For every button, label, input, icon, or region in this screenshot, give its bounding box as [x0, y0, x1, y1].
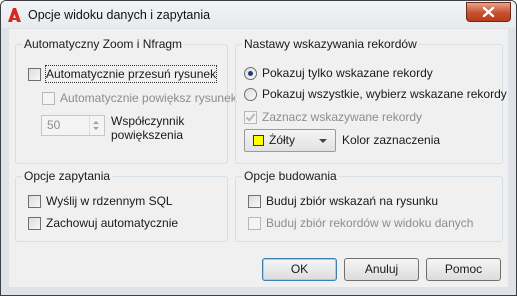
- zoom-factor-value: 50: [47, 118, 61, 132]
- auto-zoom-label: Automatycznie powiększ rysunek: [60, 91, 237, 105]
- help-button[interactable]: Pomoc: [426, 258, 501, 281]
- selection-color-label: Kolor zaznaczenia: [342, 133, 441, 147]
- zoom-group: Automatyczny Zoom i Nfragm Automatycznie…: [15, 37, 237, 164]
- title-bar[interactable]: Opcje widoku danych i zapytania: [1, 1, 516, 28]
- build-on-drawing-checkbox[interactable]: [248, 195, 261, 208]
- build-options-group: Opcje budowania Buduj zbiór wskazań na r…: [235, 169, 503, 242]
- mark-selected-label: Zaznacz wskazywane rekordy: [262, 110, 423, 124]
- selection-color-dropdown[interactable]: Żółty: [244, 129, 336, 152]
- query-group-title: Opcje zapytania: [22, 169, 113, 183]
- autocad-app-icon: [8, 8, 21, 22]
- chevron-down-icon: [319, 139, 327, 143]
- record-group-title: Nastawy wskazywania rekordów: [242, 37, 419, 51]
- dialog-window: Opcje widoku danych i zapytania Automaty…: [0, 0, 517, 296]
- record-indication-group: Nastawy wskazywania rekordów Pokazuj tyl…: [235, 37, 507, 164]
- close-button[interactable]: [466, 2, 511, 22]
- show-only-selected-option[interactable]: Pokazuj tylko wskazane rekordy: [244, 65, 484, 81]
- build-in-view-option[interactable]: Buduj zbiór rekordów w widoku danych: [248, 215, 488, 231]
- build-in-view-checkbox[interactable]: [248, 217, 261, 230]
- auto-pan-label: Automatycznie przesuń rysunek: [44, 65, 218, 83]
- mark-selected-checkbox[interactable]: [244, 111, 257, 124]
- auto-pan-option[interactable]: Automatycznie przesuń rysunek: [28, 65, 218, 83]
- mark-selected-option[interactable]: Zaznacz wskazywane rekordy: [244, 109, 444, 125]
- auto-store-checkbox[interactable]: [28, 217, 41, 230]
- window-title: Opcje widoku danych i zapytania: [28, 8, 211, 22]
- auto-zoom-checkbox[interactable]: [42, 92, 55, 105]
- zoom-factor-label-line2: powiększenia: [111, 128, 184, 142]
- ok-button[interactable]: OK: [262, 258, 337, 281]
- show-all-label: Pokazuj wszystkie, wybierz wskazane reko…: [262, 87, 507, 101]
- close-icon: [482, 6, 495, 18]
- build-on-drawing-label: Buduj zbiór wskazań na rysunku: [266, 194, 439, 208]
- dialog-client-area: Automatyczny Zoom i Nfragm Automatycznie…: [9, 29, 508, 287]
- zoom-factor-spin-buttons[interactable]: [89, 116, 104, 135]
- zoom-group-title: Automatyczny Zoom i Nfragm: [22, 37, 185, 51]
- zoom-factor-spinner[interactable]: 50: [41, 115, 105, 136]
- show-all-radio[interactable]: [244, 88, 257, 101]
- native-sql-label: Wyślij w rdzennym SQL: [46, 194, 173, 208]
- auto-store-option[interactable]: Zachowuj automatycznie: [28, 215, 188, 231]
- auto-pan-checkbox[interactable]: [28, 68, 41, 81]
- show-all-option[interactable]: Pokazuj wszystkie, wybierz wskazane reko…: [244, 86, 507, 102]
- build-in-view-label: Buduj zbiór rekordów w widoku danych: [266, 216, 474, 230]
- auto-zoom-option[interactable]: Automatycznie powiększ rysunek: [42, 90, 237, 106]
- query-options-group: Opcje zapytania Wyślij w rdzennym SQL Za…: [15, 169, 228, 242]
- build-on-drawing-option[interactable]: Buduj zbiór wskazań na rysunku: [248, 193, 448, 209]
- show-only-selected-label: Pokazuj tylko wskazane rekordy: [262, 66, 433, 80]
- spin-up-icon[interactable]: [93, 121, 99, 124]
- selection-color-value: Żółty: [269, 133, 296, 147]
- spin-down-icon[interactable]: [93, 127, 99, 130]
- native-sql-checkbox[interactable]: [28, 195, 41, 208]
- show-only-selected-radio[interactable]: [244, 67, 257, 80]
- build-group-title: Opcje budowania: [242, 169, 339, 183]
- auto-store-label: Zachowuj automatycznie: [46, 216, 179, 230]
- cancel-button[interactable]: Anuluj: [344, 258, 419, 281]
- native-sql-option[interactable]: Wyślij w rdzennym SQL: [28, 193, 188, 209]
- color-swatch: [253, 135, 264, 146]
